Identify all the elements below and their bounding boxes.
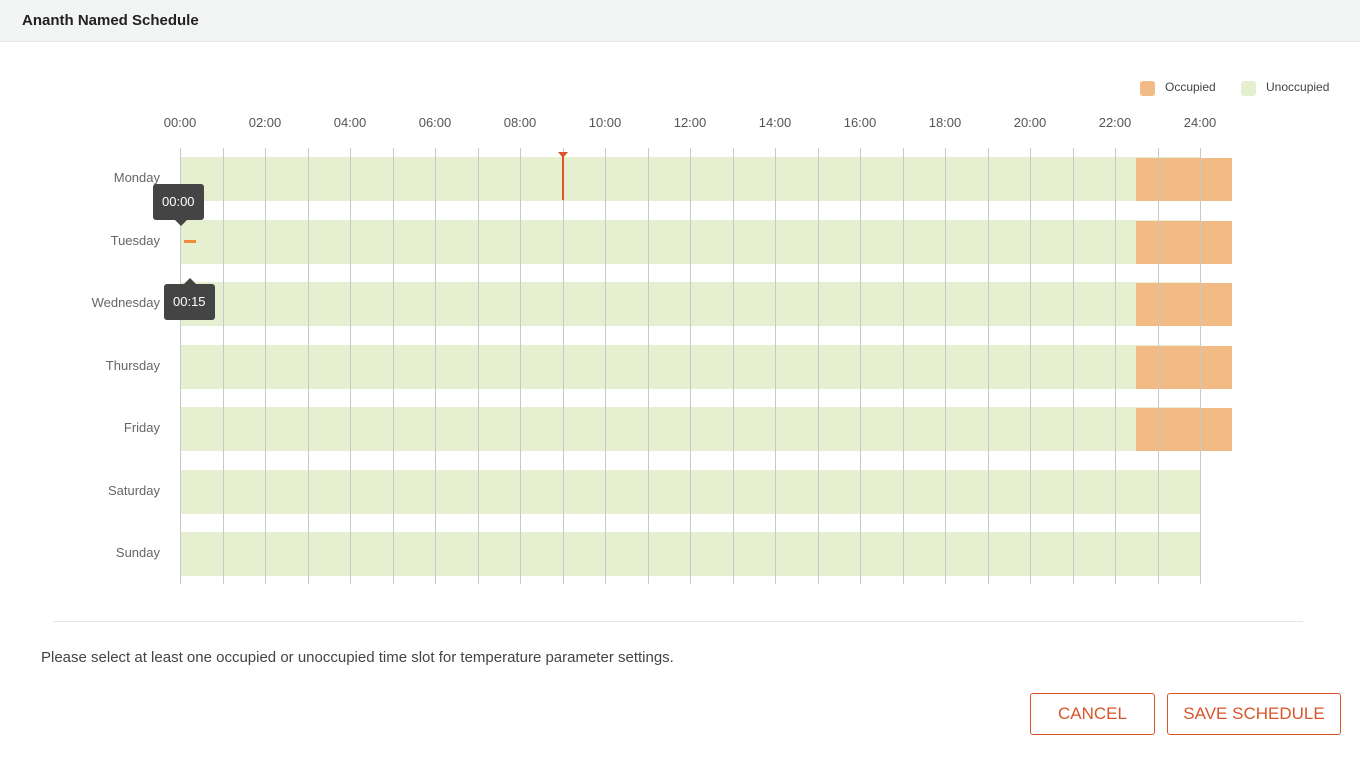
day-label-saturday: Saturday bbox=[107, 483, 160, 498]
hour-gridline bbox=[690, 148, 691, 584]
hour-label: 02:00 bbox=[248, 115, 282, 130]
hour-gridline bbox=[478, 148, 479, 584]
hour-label: 06:00 bbox=[418, 115, 452, 130]
current-time-marker-head bbox=[557, 152, 568, 158]
hour-gridline bbox=[1158, 148, 1159, 584]
save-schedule-button[interactable]: SAVE SCHEDULE bbox=[1167, 693, 1341, 735]
hour-gridline bbox=[605, 148, 606, 584]
day-label-friday: Friday bbox=[123, 420, 160, 435]
selection-hint: Please select at least one occupied or u… bbox=[41, 649, 674, 666]
legend-unoccupied-label: Unoccupied bbox=[1266, 80, 1330, 94]
hour-label: 08:00 bbox=[503, 115, 537, 130]
dialog-title: Ananth Named Schedule bbox=[22, 12, 199, 29]
hour-label: 12:00 bbox=[673, 115, 707, 130]
hour-gridline bbox=[563, 148, 564, 584]
hour-gridline bbox=[733, 148, 734, 584]
hour-gridline bbox=[435, 148, 436, 584]
occupied-slot-monday[interactable] bbox=[1136, 158, 1232, 201]
hour-gridline bbox=[860, 148, 861, 584]
hour-gridline bbox=[775, 148, 776, 584]
hour-gridline bbox=[265, 148, 266, 584]
hour-label: 04:00 bbox=[333, 115, 367, 130]
hour-gridline bbox=[945, 148, 946, 584]
hour-gridline bbox=[1030, 148, 1031, 584]
day-label-tuesday: Tuesday bbox=[110, 233, 160, 248]
divider bbox=[53, 621, 1303, 622]
hour-gridline bbox=[1200, 148, 1201, 584]
hour-gridline bbox=[1115, 148, 1116, 584]
hour-gridline bbox=[308, 148, 309, 584]
legend-occupied-swatch bbox=[1140, 80, 1155, 96]
current-time-marker bbox=[561, 152, 564, 200]
legend-occupied: Occupied bbox=[1140, 78, 1216, 96]
occupied-slot-thursday[interactable] bbox=[1136, 346, 1232, 389]
hour-gridline bbox=[988, 148, 989, 584]
hour-label: 24:00 bbox=[1183, 115, 1217, 130]
hour-gridline bbox=[1073, 148, 1074, 584]
day-label-wednesday: Wednesday bbox=[91, 295, 160, 310]
legend-occupied-label: Occupied bbox=[1165, 80, 1216, 94]
hour-gridline bbox=[223, 148, 224, 584]
hour-gridline bbox=[903, 148, 904, 584]
hour-gridline bbox=[520, 148, 521, 584]
occupied-slot-wednesday[interactable] bbox=[1136, 283, 1232, 326]
occupied-slot-tuesday[interactable] bbox=[1136, 221, 1232, 264]
selected-time-slot[interactable] bbox=[184, 240, 196, 243]
hour-label: 22:00 bbox=[1098, 115, 1132, 130]
hour-label: 16:00 bbox=[843, 115, 877, 130]
hour-gridline bbox=[818, 148, 819, 584]
hour-gridline bbox=[393, 148, 394, 584]
legend-unoccupied: Unoccupied bbox=[1241, 78, 1329, 96]
selection-start-tooltip: 00:00 bbox=[153, 184, 204, 226]
hour-label: 18:00 bbox=[928, 115, 962, 130]
legend-unoccupied-swatch bbox=[1241, 80, 1256, 96]
day-label-thursday: Thursday bbox=[105, 358, 160, 373]
hour-label: 14:00 bbox=[758, 115, 792, 130]
dialog-header: Ananth Named Schedule bbox=[0, 0, 1360, 42]
hour-gridline bbox=[350, 148, 351, 584]
hour-label: 00:00 bbox=[163, 115, 197, 130]
selection-end-tooltip: 00:15 bbox=[164, 278, 215, 320]
day-label-sunday: Sunday bbox=[115, 545, 160, 560]
hour-label: 20:00 bbox=[1013, 115, 1047, 130]
cancel-button[interactable]: CANCEL bbox=[1030, 693, 1155, 735]
hour-gridline bbox=[648, 148, 649, 584]
day-label-monday: Monday bbox=[113, 170, 160, 185]
hour-label: 10:00 bbox=[588, 115, 622, 130]
occupied-slot-friday[interactable] bbox=[1136, 408, 1232, 451]
